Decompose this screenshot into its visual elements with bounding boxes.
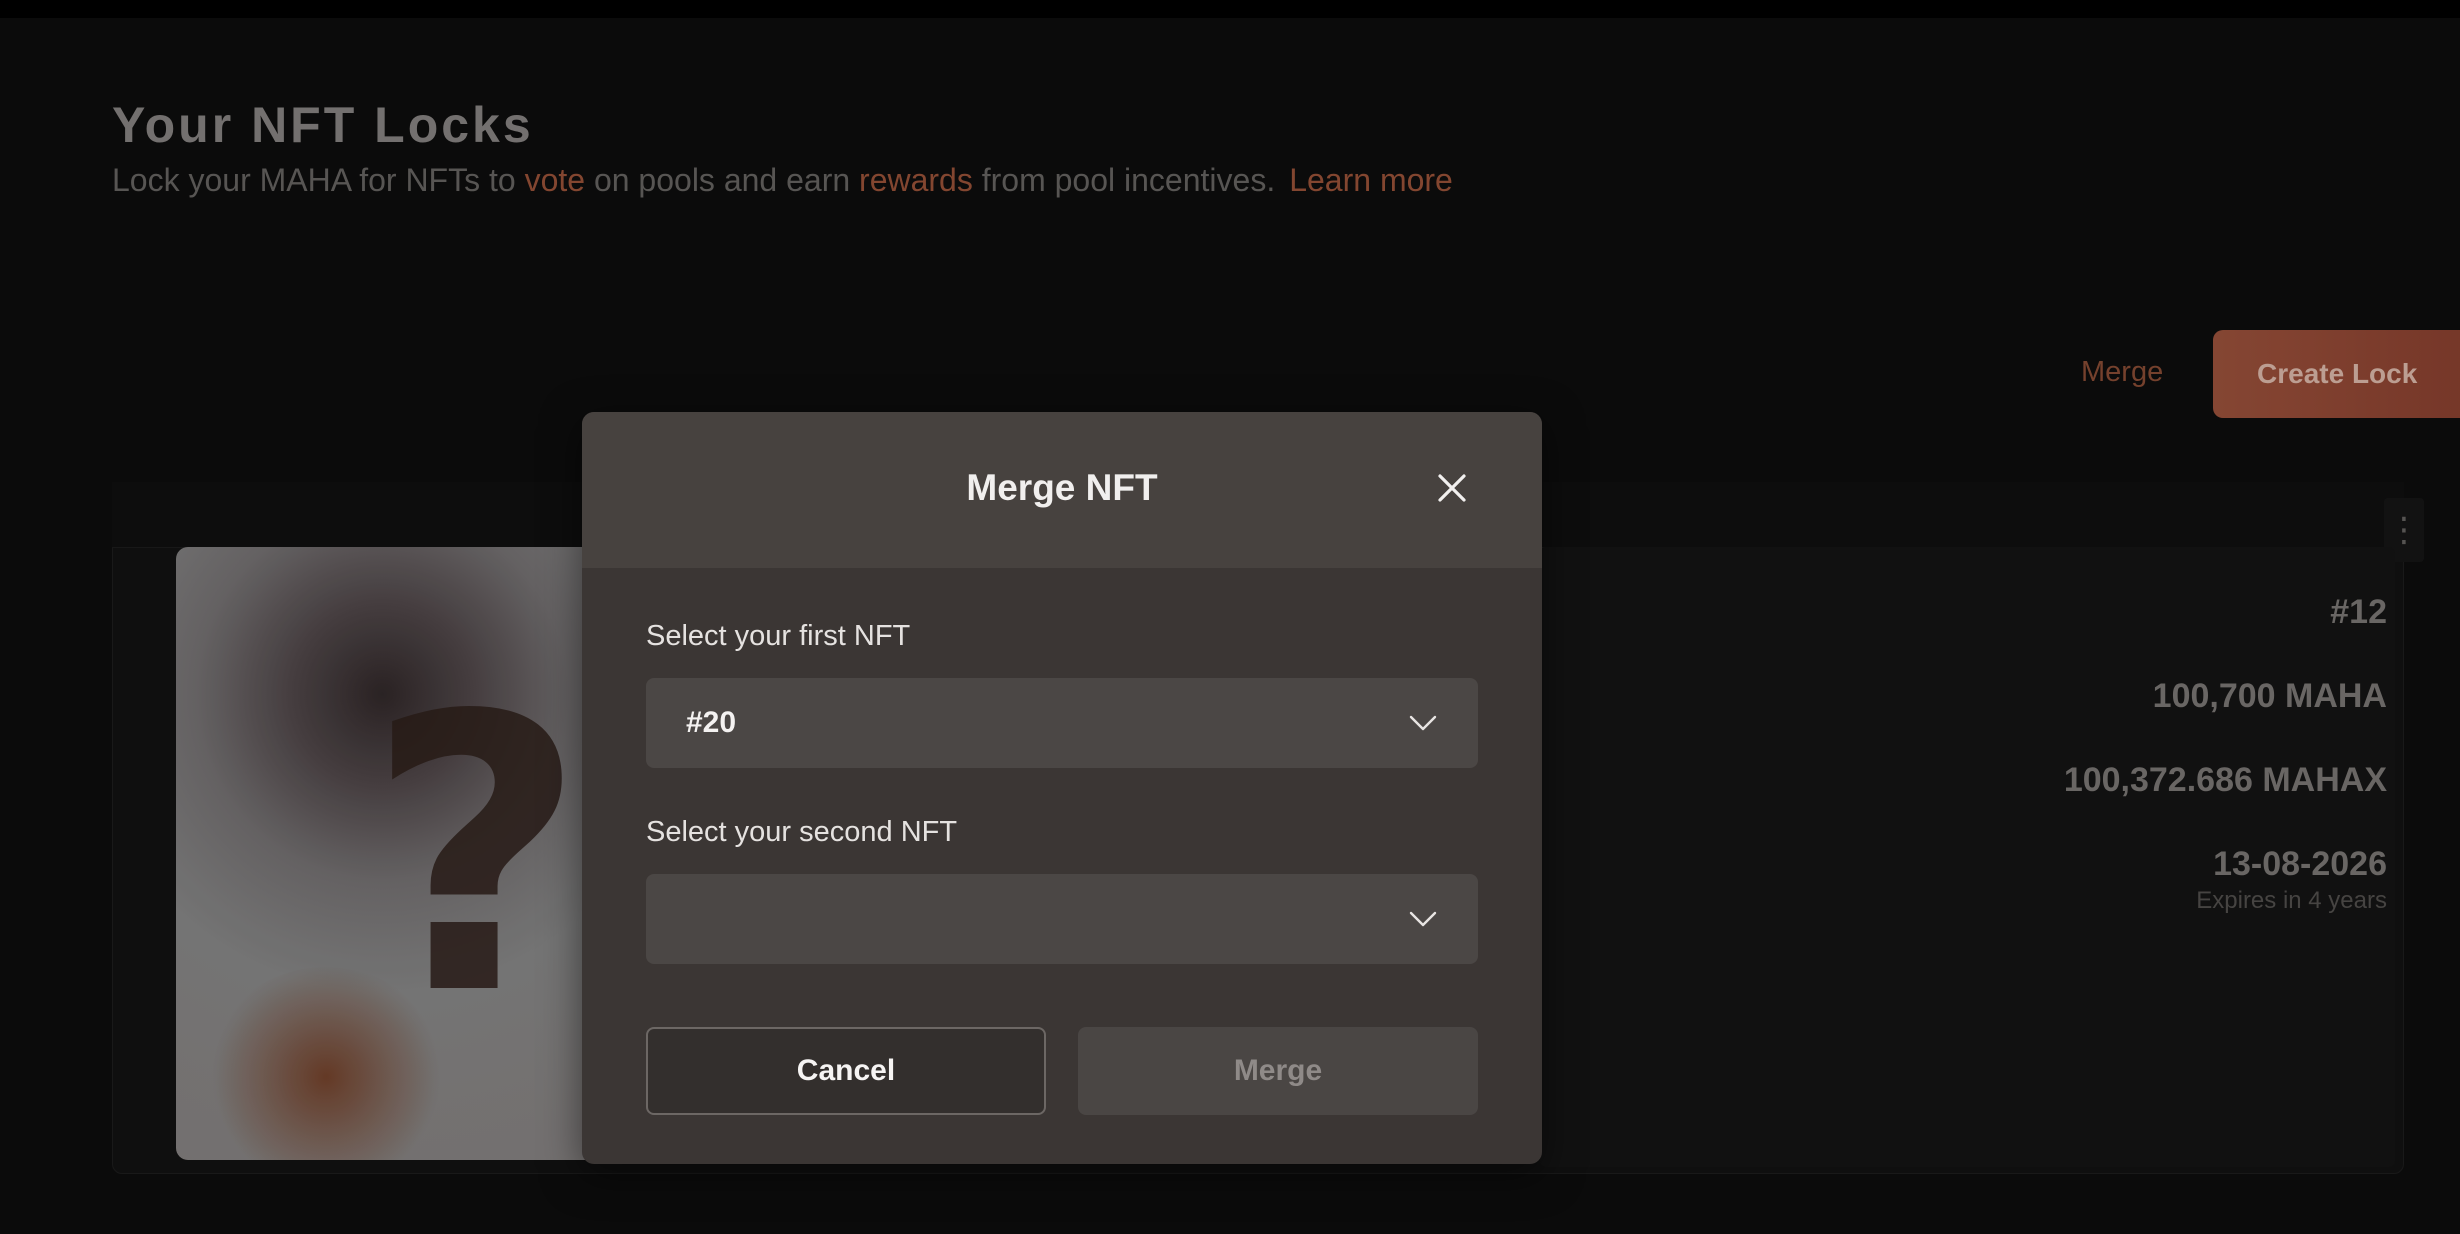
first-nft-select[interactable]: #20 <box>646 678 1478 768</box>
second-nft-label: Select your second NFT <box>646 816 958 848</box>
first-nft-value: #20 <box>686 706 737 739</box>
merge-nft-modal: Merge NFT Select your first NFT #20 Sele… <box>582 412 1542 1164</box>
close-icon[interactable] <box>1432 468 1472 508</box>
first-nft-label: Select your first NFT <box>646 620 911 652</box>
cancel-button[interactable]: Cancel <box>646 1027 1046 1115</box>
chevron-down-icon <box>1408 708 1438 738</box>
modal-title: Merge NFT <box>966 467 1158 508</box>
merge-button[interactable]: Merge <box>1078 1027 1478 1115</box>
chevron-down-icon <box>1408 904 1438 934</box>
second-nft-select[interactable] <box>646 874 1478 964</box>
app-root: Your NFT Locks Lock your MAHA for NFTs t… <box>0 0 2460 1234</box>
